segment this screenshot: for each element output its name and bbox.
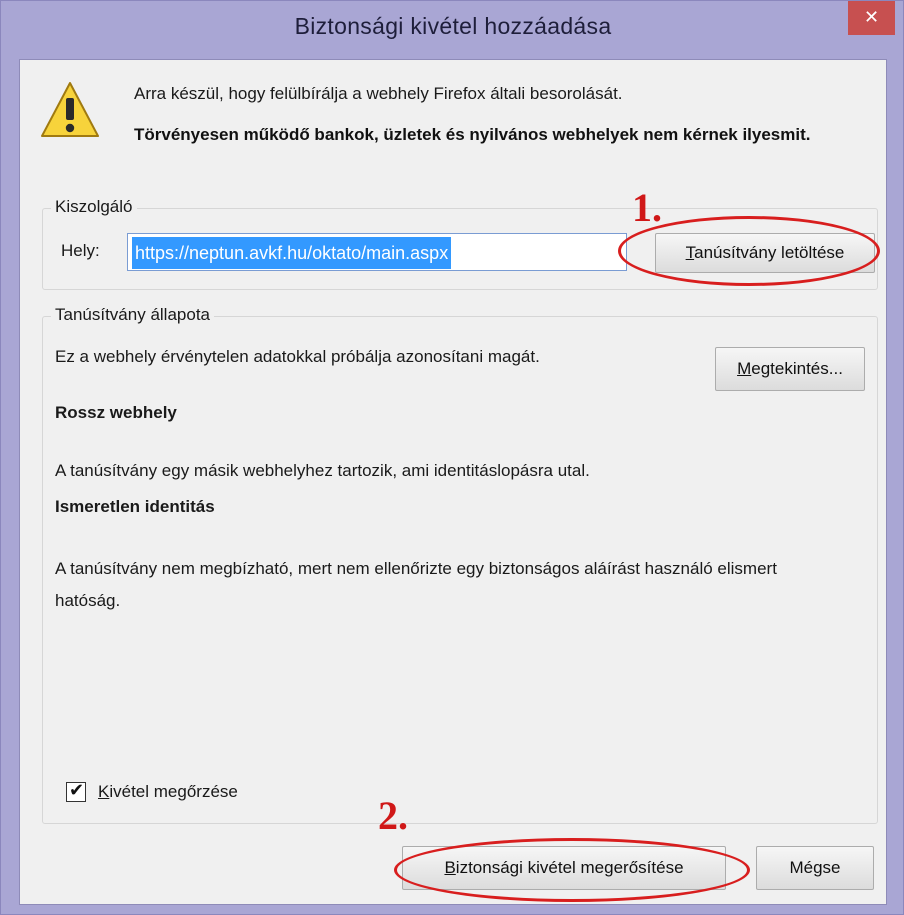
view-button-accesskey: M: [737, 359, 752, 378]
checkbox-check-icon: ✔: [69, 780, 85, 800]
cancel-button[interactable]: Mégse: [756, 846, 874, 890]
dialog-title: Biztonsági kivétel hozzáadása: [294, 13, 612, 39]
keep-exception-checkbox[interactable]: ✔: [66, 780, 86, 802]
keep-exception-text: ivétel megőrzése: [109, 782, 238, 801]
certificate-status-text: Ez a webhely érvénytelen adatokkal próbá…: [55, 347, 540, 366]
warning-icon: [41, 82, 99, 137]
step-2-highlight-ellipse: [394, 838, 750, 902]
dialog-window: Biztonsági kivétel hozzáadása ✕ Arra kés…: [0, 0, 904, 915]
view-certificate-button[interactable]: Megtekintés...: [715, 347, 865, 391]
warning-bold-message: Törvényesen működő bankok, üzletek és ny…: [134, 125, 811, 144]
location-input[interactable]: https://neptun.avkf.hu/oktato/main.aspx: [127, 233, 627, 271]
close-icon: ✕: [863, 7, 880, 27]
certificate-status-group: Tanúsítvány állapota Ez a webhely érvény…: [42, 305, 878, 824]
unknown-identity-text: A tanúsítvány nem megbízható, mert nem e…: [55, 559, 777, 610]
step-2-annotation: 2.: [378, 793, 408, 838]
title-bar[interactable]: Biztonsági kivétel hozzáadása ✕: [1, 1, 904, 59]
wrong-site-text: A tanúsítvány egy másik webhelyhez tarto…: [55, 461, 590, 480]
step-1-highlight-ellipse: [618, 216, 880, 286]
unknown-identity-title: Ismeretlen identitás: [55, 497, 215, 516]
keep-exception-accesskey: K: [98, 782, 110, 801]
server-legend: Kiszolgáló: [51, 197, 137, 217]
close-button[interactable]: ✕: [848, 1, 895, 35]
location-label: Hely:: [61, 241, 100, 260]
view-button-label: egtekintés...: [751, 359, 843, 378]
keep-exception-label[interactable]: Kivétel megőrzése: [98, 782, 238, 802]
warning-message: Arra készül, hogy felülbírálja a webhely…: [134, 84, 623, 103]
certificate-legend: Tanúsítvány állapota: [51, 305, 214, 325]
step-1-annotation: 1.: [632, 185, 662, 230]
wrong-site-title: Rossz webhely: [55, 403, 177, 422]
dialog-content: Arra készül, hogy felülbírálja a webhely…: [19, 59, 887, 905]
location-value: https://neptun.avkf.hu/oktato/main.aspx: [132, 237, 452, 269]
